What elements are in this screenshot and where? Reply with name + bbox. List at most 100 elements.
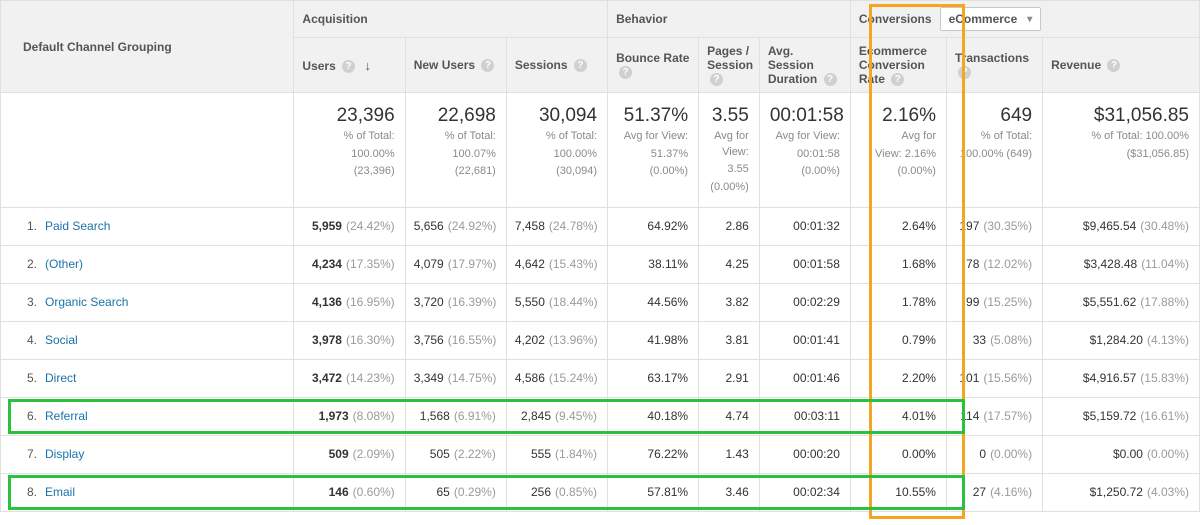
row-new-users: 3,349(14.75%) [405, 359, 506, 397]
col-transactions[interactable]: Transactions ? [946, 38, 1042, 93]
help-icon[interactable]: ? [824, 73, 837, 86]
row-ps: 2.86 [699, 207, 760, 245]
row-users: 146(0.60%) [294, 473, 405, 511]
row-rev: $4,916.57(15.83%) [1043, 359, 1200, 397]
row-dur: 00:02:34 [759, 473, 850, 511]
row-new-users: 4,079(17.97%) [405, 245, 506, 283]
total-new-users: 22,698% of Total:100.07%(22,681) [405, 93, 506, 208]
col-bounce-rate[interactable]: Bounce Rate ? [608, 38, 699, 93]
col-pages-session[interactable]: Pages / Session ? [699, 38, 760, 93]
row-bounce: 44.56% [608, 283, 699, 321]
row-dur: 00:01:41 [759, 321, 850, 359]
col-sessions[interactable]: Sessions ? [506, 38, 607, 93]
row-sessions: 256(0.85%) [506, 473, 607, 511]
table-row: 6.Referral1,973(8.08%)1,568(6.91%)2,845(… [1, 397, 1200, 435]
row-channel: 7.Display [1, 435, 294, 473]
row-users: 509(2.09%) [294, 435, 405, 473]
row-tx: 114(17.57%) [946, 397, 1042, 435]
row-sessions: 4,586(15.24%) [506, 359, 607, 397]
help-icon[interactable]: ? [574, 59, 587, 72]
col-dur-label: Avg. Session Duration [768, 44, 817, 86]
row-rev: $3,428.48(11.04%) [1043, 245, 1200, 283]
help-icon[interactable]: ? [342, 60, 355, 73]
row-channel: 1.Paid Search [1, 207, 294, 245]
header-conversions: Conversions eCommerce ▾ [850, 1, 1199, 38]
row-dur: 00:01:46 [759, 359, 850, 397]
channel-link[interactable]: Organic Search [45, 295, 128, 309]
row-new-users: 3,720(16.39%) [405, 283, 506, 321]
col-sessions-label: Sessions [515, 58, 568, 72]
row-ecr: 2.20% [850, 359, 946, 397]
row-channel: 6.Referral [1, 397, 294, 435]
row-bounce: 40.18% [608, 397, 699, 435]
channel-link[interactable]: Paid Search [45, 219, 110, 233]
row-new-users: 505(2.22%) [405, 435, 506, 473]
channel-link[interactable]: Display [45, 447, 84, 461]
row-ps: 2.91 [699, 359, 760, 397]
channel-report-table: Default Channel Grouping Acquisition Beh… [0, 0, 1200, 512]
row-rev: $1,284.20(4.13%) [1043, 321, 1200, 359]
row-dur: 00:01:32 [759, 207, 850, 245]
row-new-users: 5,656(24.92%) [405, 207, 506, 245]
row-channel: 5.Direct [1, 359, 294, 397]
channel-link[interactable]: Social [45, 333, 78, 347]
help-icon[interactable]: ? [958, 66, 971, 79]
help-icon[interactable]: ? [891, 73, 904, 86]
header-channel-grouping[interactable]: Default Channel Grouping [1, 1, 294, 93]
row-sessions: 4,202(13.96%) [506, 321, 607, 359]
channel-link[interactable]: Direct [45, 371, 76, 385]
row-bounce: 57.81% [608, 473, 699, 511]
help-icon[interactable]: ? [619, 66, 632, 79]
table-row: 8.Email146(0.60%)65(0.29%)256(0.85%)57.8… [1, 473, 1200, 511]
row-tx: 0(0.00%) [946, 435, 1042, 473]
col-new-users[interactable]: New Users ? [405, 38, 506, 93]
row-ecr: 4.01% [850, 397, 946, 435]
row-ecr: 0.00% [850, 435, 946, 473]
header-behavior: Behavior [608, 1, 851, 38]
row-sessions: 2,845(9.45%) [506, 397, 607, 435]
total-bounce: 51.37%Avg for View:51.37%(0.00%) [608, 93, 699, 208]
channel-link[interactable]: Email [45, 485, 75, 499]
col-rev-label: Revenue [1051, 58, 1101, 72]
total-ecr: 2.16%Avg forView: 2.16%(0.00%) [850, 93, 946, 208]
totals-row: 23,396% of Total:100.00%(23,396) 22,698%… [1, 93, 1200, 208]
row-dur: 00:00:20 [759, 435, 850, 473]
col-revenue[interactable]: Revenue ? [1043, 38, 1200, 93]
col-avg-session[interactable]: Avg. Session Duration ? [759, 38, 850, 93]
row-bounce: 63.17% [608, 359, 699, 397]
row-ecr: 2.64% [850, 207, 946, 245]
help-icon[interactable]: ? [710, 73, 723, 86]
col-new-users-label: New Users [414, 58, 475, 72]
row-tx: 33(5.08%) [946, 321, 1042, 359]
row-rev: $5,159.72(16.61%) [1043, 397, 1200, 435]
row-bounce: 64.92% [608, 207, 699, 245]
table-row: 3.Organic Search4,136(16.95%)3,720(16.39… [1, 283, 1200, 321]
row-new-users: 1,568(6.91%) [405, 397, 506, 435]
row-rev: $5,551.62(17.88%) [1043, 283, 1200, 321]
header-conversions-label: Conversions [859, 12, 932, 26]
row-users: 3,978(16.30%) [294, 321, 405, 359]
table-row: 1.Paid Search5,959(24.42%)5,656(24.92%)7… [1, 207, 1200, 245]
sort-down-icon: ↓ [364, 58, 371, 73]
row-channel: 8.Email [1, 473, 294, 511]
row-rev: $9,465.54(30.48%) [1043, 207, 1200, 245]
help-icon[interactable]: ? [481, 59, 494, 72]
col-ecommerce-conversion[interactable]: Ecommerce Conversion Rate ? [850, 38, 946, 93]
conversions-select[interactable]: eCommerce ▾ [940, 7, 1042, 31]
row-users: 4,136(16.95%) [294, 283, 405, 321]
row-sessions: 7,458(24.78%) [506, 207, 607, 245]
total-ps: 3.55Avg for View:3.55(0.00%) [699, 93, 760, 208]
channel-link[interactable]: Referral [45, 409, 88, 423]
channel-link[interactable]: (Other) [45, 257, 83, 271]
row-sessions: 4,642(15.43%) [506, 245, 607, 283]
row-users: 4,234(17.35%) [294, 245, 405, 283]
table-row: 5.Direct3,472(14.23%)3,349(14.75%)4,586(… [1, 359, 1200, 397]
help-icon[interactable]: ? [1107, 59, 1120, 72]
total-dur: 00:01:58Avg for View:00:01:58(0.00%) [759, 93, 850, 208]
row-bounce: 41.98% [608, 321, 699, 359]
col-users[interactable]: Users ? ↓ [294, 38, 405, 93]
row-channel: 3.Organic Search [1, 283, 294, 321]
row-sessions: 555(1.84%) [506, 435, 607, 473]
table-row: 2.(Other)4,234(17.35%)4,079(17.97%)4,642… [1, 245, 1200, 283]
row-tx: 27(4.16%) [946, 473, 1042, 511]
